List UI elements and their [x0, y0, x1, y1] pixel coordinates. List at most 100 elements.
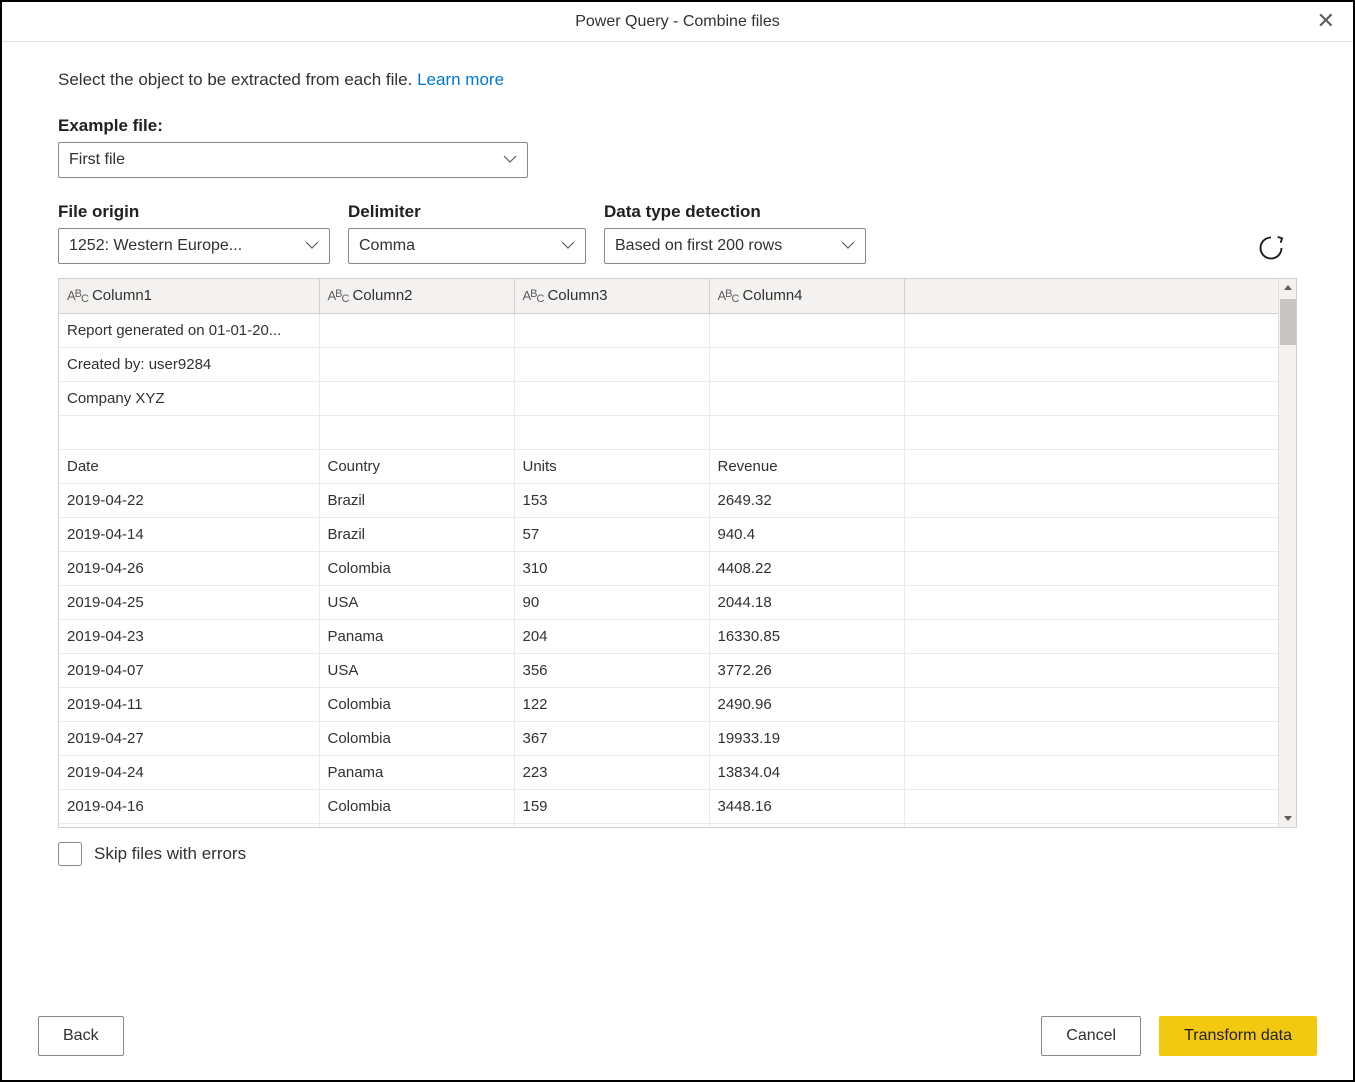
column-header[interactable]: ABCColumn3 [514, 279, 709, 313]
column-header[interactable]: ABCColumn4 [709, 279, 904, 313]
table-cell[interactable]: 2019-04-23 [59, 619, 319, 653]
refresh-icon[interactable] [1257, 234, 1285, 262]
table-cell[interactable]: 2019-04-08 [59, 823, 319, 827]
table-cell[interactable]: 2019-04-11 [59, 687, 319, 721]
detection-dropdown[interactable]: Based on first 200 rows [604, 228, 866, 264]
scroll-up-icon[interactable] [1279, 279, 1296, 297]
table-cell[interactable]: 2019-04-14 [59, 517, 319, 551]
table-row[interactable]: 2019-04-16Colombia1593448.16 [59, 789, 1278, 823]
table-cell[interactable] [709, 313, 904, 347]
table-cell[interactable]: 19933.19 [709, 721, 904, 755]
table-cell[interactable]: 258 [514, 823, 709, 827]
table-cell[interactable]: Country [319, 449, 514, 483]
table-cell[interactable]: Brazil [319, 517, 514, 551]
table-cell[interactable]: Colombia [319, 687, 514, 721]
table-row[interactable]: Created by: user9284 [59, 347, 1278, 381]
table-row[interactable]: 2019-04-25USA902044.18 [59, 585, 1278, 619]
table-cell[interactable]: USA [319, 653, 514, 687]
table-cell[interactable]: 3448.16 [709, 789, 904, 823]
table-row[interactable]: Company XYZ [59, 381, 1278, 415]
table-cell[interactable] [319, 347, 514, 381]
table-cell[interactable]: Colombia [319, 789, 514, 823]
table-cell[interactable]: USA [319, 585, 514, 619]
table-row[interactable]: 2019-04-11Colombia1222490.96 [59, 687, 1278, 721]
table-cell[interactable]: Canada [319, 823, 514, 827]
table-cell[interactable]: 122 [514, 687, 709, 721]
table-cell[interactable]: 14601.34 [709, 823, 904, 827]
table-cell[interactable] [709, 415, 904, 449]
table-cell[interactable] [514, 347, 709, 381]
table-cell[interactable]: 2019-04-16 [59, 789, 319, 823]
example-file-dropdown[interactable]: First file [58, 142, 528, 178]
table-cell[interactable]: 2019-04-22 [59, 483, 319, 517]
table-cell[interactable]: Created by: user9284 [59, 347, 319, 381]
table-row[interactable]: 2019-04-26Colombia3104408.22 [59, 551, 1278, 585]
back-button[interactable]: Back [38, 1016, 124, 1056]
table-cell[interactable]: Panama [319, 755, 514, 789]
table-row[interactable]: 2019-04-23Panama20416330.85 [59, 619, 1278, 653]
table-cell[interactable] [319, 313, 514, 347]
table-row[interactable]: 2019-04-07USA3563772.26 [59, 653, 1278, 687]
scrollbar-thumb[interactable] [1280, 299, 1296, 345]
table-row[interactable]: 2019-04-14Brazil57940.4 [59, 517, 1278, 551]
table-cell[interactable] [709, 381, 904, 415]
table-cell[interactable]: 356 [514, 653, 709, 687]
table-cell[interactable] [59, 415, 319, 449]
table-cell[interactable]: 2019-04-26 [59, 551, 319, 585]
table-cell[interactable]: 2019-04-27 [59, 721, 319, 755]
column-header[interactable]: ABCColumn2 [319, 279, 514, 313]
learn-more-link[interactable]: Learn more [417, 70, 504, 89]
table-cell[interactable]: 2044.18 [709, 585, 904, 619]
table-cell[interactable]: 2019-04-07 [59, 653, 319, 687]
table-cell[interactable] [514, 381, 709, 415]
table-cell[interactable]: 16330.85 [709, 619, 904, 653]
table-cell[interactable]: Company XYZ [59, 381, 319, 415]
table-cell[interactable]: Brazil [319, 483, 514, 517]
table-cell[interactable]: Units [514, 449, 709, 483]
transform-data-button[interactable]: Transform data [1159, 1016, 1317, 1056]
table-cell[interactable]: 2490.96 [709, 687, 904, 721]
table-cell[interactable]: 310 [514, 551, 709, 585]
table-row[interactable]: 2019-04-24Panama22313834.04 [59, 755, 1278, 789]
table-cell[interactable]: 2019-04-24 [59, 755, 319, 789]
file-origin-dropdown[interactable]: 1252: Western Europe... [58, 228, 330, 264]
table-cell[interactable] [709, 347, 904, 381]
table-cell[interactable]: Date [59, 449, 319, 483]
skip-errors-checkbox[interactable] [58, 842, 82, 866]
table-cell[interactable]: 159 [514, 789, 709, 823]
table-cell[interactable] [319, 415, 514, 449]
table-cell[interactable]: 2019-04-25 [59, 585, 319, 619]
table-row[interactable]: 2019-04-08Canada25814601.34 [59, 823, 1278, 827]
delimiter-dropdown[interactable]: Comma [348, 228, 586, 264]
table-row[interactable]: Report generated on 01-01-20... [59, 313, 1278, 347]
table-cell[interactable]: 153 [514, 483, 709, 517]
table-row[interactable] [59, 415, 1278, 449]
table-cell[interactable]: Colombia [319, 551, 514, 585]
table-cell[interactable] [514, 415, 709, 449]
table-row[interactable]: 2019-04-22Brazil1532649.32 [59, 483, 1278, 517]
table-cell[interactable]: 367 [514, 721, 709, 755]
table-cell[interactable]: Report generated on 01-01-20... [59, 313, 319, 347]
cancel-button[interactable]: Cancel [1041, 1016, 1141, 1056]
table-cell[interactable]: 57 [514, 517, 709, 551]
table-row[interactable]: 2019-04-27Colombia36719933.19 [59, 721, 1278, 755]
table-cell[interactable] [514, 313, 709, 347]
table-cell[interactable]: 940.4 [709, 517, 904, 551]
table-cell[interactable]: 4408.22 [709, 551, 904, 585]
column-header[interactable]: ABCColumn1 [59, 279, 319, 313]
table-cell[interactable] [319, 381, 514, 415]
table-cell[interactable]: Revenue [709, 449, 904, 483]
vertical-scrollbar[interactable] [1278, 279, 1296, 827]
table-cell[interactable]: 204 [514, 619, 709, 653]
table-cell[interactable]: 13834.04 [709, 755, 904, 789]
table-cell[interactable]: Colombia [319, 721, 514, 755]
table-cell[interactable]: 223 [514, 755, 709, 789]
table-cell[interactable]: Panama [319, 619, 514, 653]
table-cell[interactable]: 2649.32 [709, 483, 904, 517]
table-cell[interactable]: 90 [514, 585, 709, 619]
close-icon[interactable]: ✕ [1311, 8, 1341, 34]
table-row[interactable]: DateCountryUnitsRevenue [59, 449, 1278, 483]
table-cell-empty [904, 721, 1278, 755]
scroll-down-icon[interactable] [1279, 809, 1296, 827]
table-cell[interactable]: 3772.26 [709, 653, 904, 687]
